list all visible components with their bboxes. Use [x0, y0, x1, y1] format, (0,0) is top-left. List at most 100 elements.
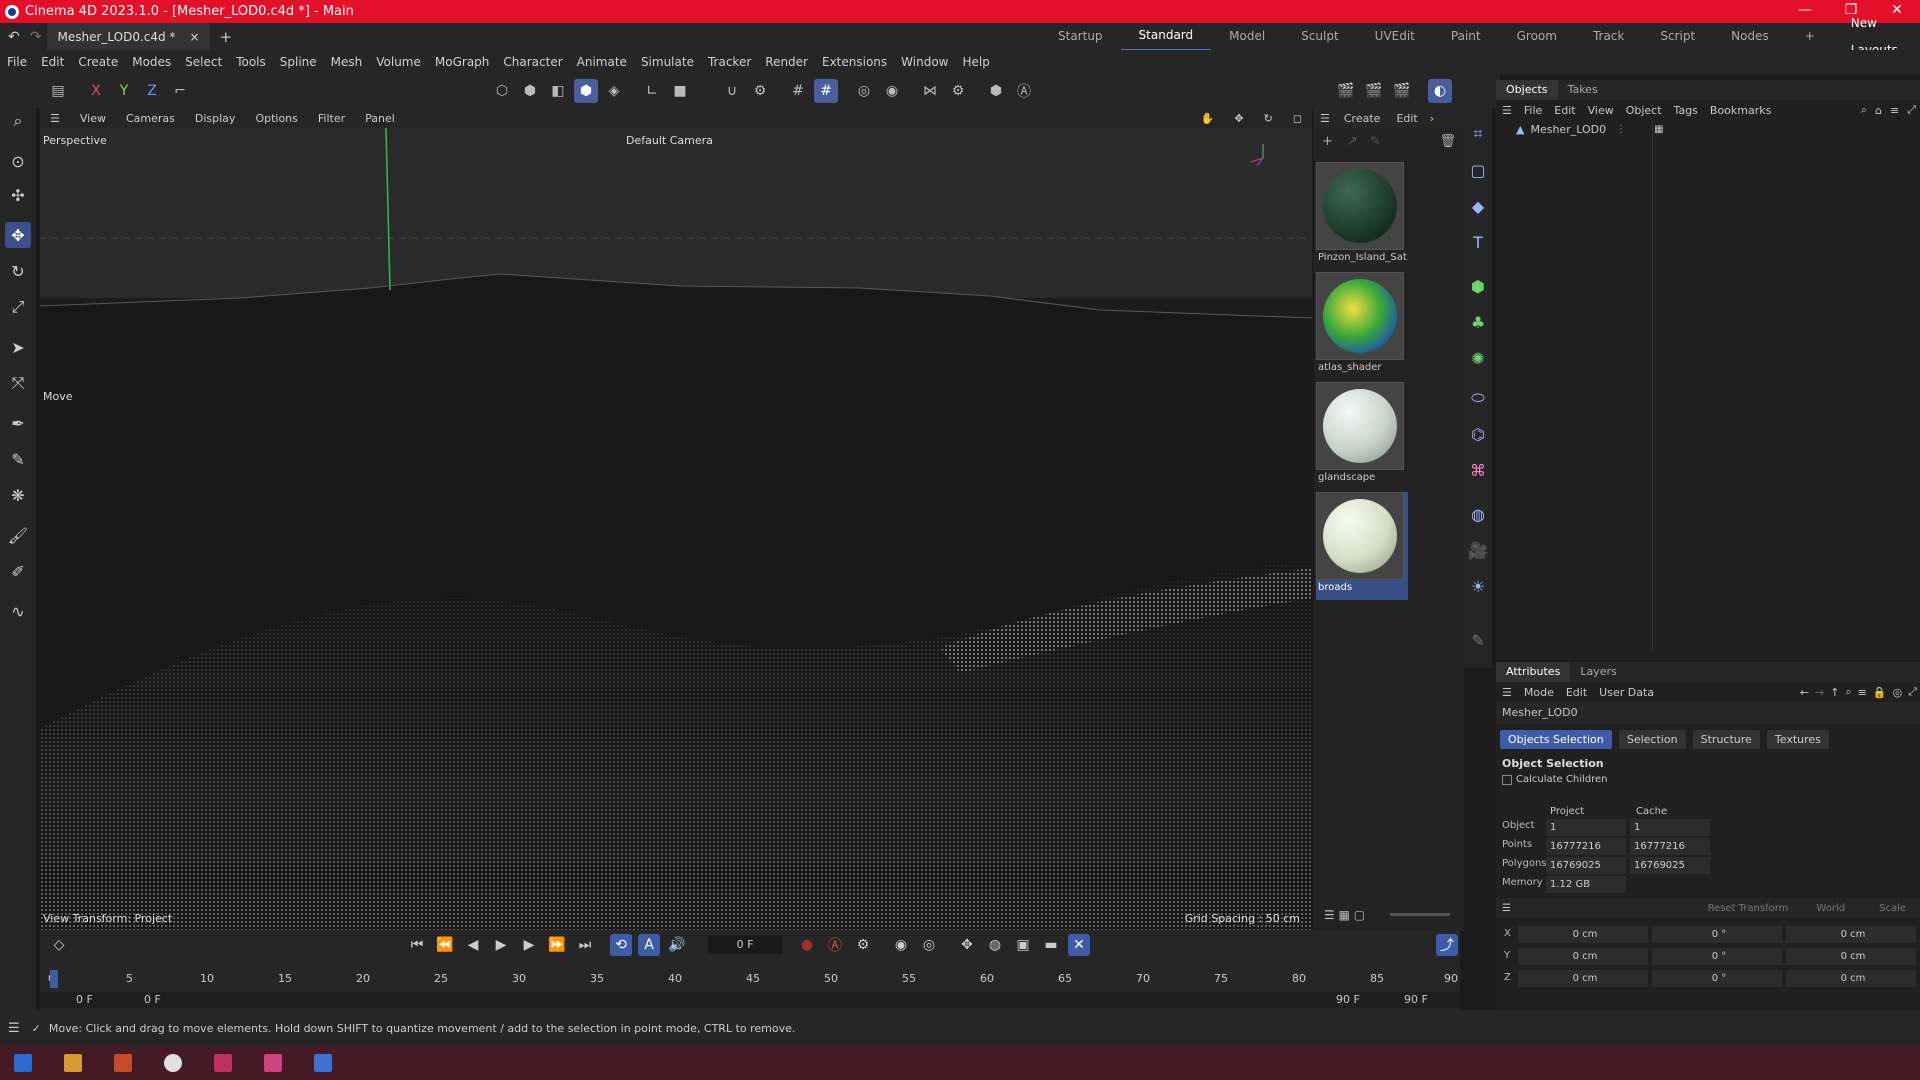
menu-create[interactable]: Create: [71, 55, 125, 69]
magnet-tool-icon[interactable]: ❋: [5, 482, 31, 508]
taskbar-app-icon[interactable]: [264, 1054, 282, 1072]
coordinate-space-dropdown[interactable]: World: [1796, 903, 1865, 914]
objects-filter-icon[interactable]: ≡: [1886, 104, 1903, 117]
preview-size-slider[interactable]: [1390, 913, 1450, 916]
rotation-field[interactable]: 0 °: [1652, 948, 1782, 965]
menu-tracker[interactable]: Tracker: [701, 55, 758, 69]
menu-file[interactable]: File: [0, 55, 34, 69]
subtab-selection[interactable]: Selection: [1618, 730, 1686, 749]
null-object-icon[interactable]: ⌗: [1466, 122, 1490, 146]
subtab-textures[interactable]: Textures: [1766, 730, 1829, 749]
viewport-menu-view[interactable]: View: [70, 112, 116, 125]
spline-pen-icon[interactable]: ✒: [5, 410, 31, 436]
taskbar-app-icon[interactable]: [214, 1054, 232, 1072]
generator-icon[interactable]: ⬢: [1466, 274, 1490, 298]
objects-menu-edit[interactable]: Edit: [1548, 104, 1581, 117]
sketch-tool-icon[interactable]: ∿: [5, 598, 31, 624]
list-view-icon[interactable]: ☰ ▦ ▢: [1324, 908, 1365, 922]
points-mode-icon[interactable]: ⬡: [490, 79, 514, 103]
symmetry-icon[interactable]: ⋈: [918, 79, 942, 103]
camera-label[interactable]: Default Camera: [626, 134, 713, 147]
snap-settings-icon[interactable]: ⚙: [748, 79, 772, 103]
menu-mesh[interactable]: Mesh: [324, 55, 370, 69]
rectangle-spline-icon[interactable]: ▢: [1466, 158, 1490, 182]
layout-standard[interactable]: Standard: [1120, 22, 1212, 51]
preview-start-field[interactable]: 0 F: [144, 993, 161, 1006]
object-mode-icon[interactable]: ⬢: [574, 79, 598, 103]
pan-view-icon[interactable]: ✋: [1191, 112, 1225, 125]
symmetry-settings-icon[interactable]: ⚙: [946, 79, 970, 103]
viewport-menu-cameras[interactable]: Cameras: [116, 112, 185, 125]
select-tool-icon[interactable]: ⊙: [5, 148, 31, 174]
grid-snap-icon[interactable]: #: [786, 79, 810, 103]
menu-tools[interactable]: Tools: [229, 55, 273, 69]
polygons-mode-icon[interactable]: ◧: [546, 79, 570, 103]
frame-range-bar[interactable]: 0 F 0 F 90 F 90 F: [40, 992, 1460, 1008]
objects-search-icon[interactable]: ⌕: [1857, 103, 1871, 117]
attributes-expand-icon[interactable]: ⤢: [1905, 685, 1920, 699]
material-item[interactable]: glandscape: [1316, 382, 1408, 490]
material-item[interactable]: Pinzon_Island_Sat: [1316, 162, 1408, 270]
up-arrow-icon[interactable]: ↑: [1827, 686, 1842, 699]
viewport-solo-icon[interactable]: ◐: [1428, 79, 1452, 103]
calculate-children-checkbox[interactable]: [1502, 774, 1512, 785]
viewport-menu-icon[interactable]: ☰: [40, 112, 70, 125]
minimize-button[interactable]: —: [1782, 0, 1828, 23]
taskbar-app-icon[interactable]: [314, 1054, 332, 1072]
materials-menu-icon[interactable]: ☰: [1314, 112, 1336, 125]
maximize-view-icon[interactable]: ◻: [1283, 112, 1312, 125]
edit-icon[interactable]: ✎: [1466, 628, 1490, 652]
menu-volume[interactable]: Volume: [369, 55, 428, 69]
layout-model[interactable]: Model: [1211, 23, 1283, 50]
position-field[interactable]: 0 cm: [1518, 926, 1648, 943]
render-view-button-icon[interactable]: 🎬: [1334, 79, 1358, 103]
texture-mode-icon[interactable]: ■: [668, 79, 692, 103]
subtab-structure[interactable]: Structure: [1692, 730, 1760, 749]
lock-z-button[interactable]: Z: [140, 79, 164, 103]
menu-character[interactable]: Character: [496, 55, 569, 69]
attributes-menu-icon[interactable]: ☰: [1496, 686, 1518, 699]
transfer-tool-icon[interactable]: ➤: [5, 334, 31, 360]
render-region-icon[interactable]: ◎: [852, 79, 876, 103]
rotate-tool-icon[interactable]: ↻: [5, 258, 31, 284]
autokey-icon[interactable]: Ⓐ: [1012, 79, 1036, 103]
back-arrow-icon[interactable]: ←: [1797, 686, 1812, 699]
preview-end-field[interactable]: 90 F: [1336, 993, 1360, 1006]
materials-more-icon[interactable]: ›: [1426, 112, 1438, 125]
layout-groom[interactable]: Groom: [1499, 23, 1575, 50]
taskbar-app-icon[interactable]: [114, 1054, 132, 1072]
object-name[interactable]: Mesher_LOD0: [1530, 123, 1606, 136]
lock-icon[interactable]: 🔒: [1870, 686, 1890, 699]
coordinates-menu-icon[interactable]: ☰: [1496, 903, 1517, 914]
status-menu-icon[interactable]: ☰: [0, 1021, 28, 1036]
axis-mode-icon[interactable]: ∟: [640, 79, 664, 103]
forward-arrow-icon[interactable]: →: [1812, 686, 1827, 699]
model-mode-icon[interactable]: ▤: [46, 79, 70, 103]
deformer-icon[interactable]: ⬭: [1466, 386, 1490, 410]
menu-edit[interactable]: Edit: [34, 55, 71, 69]
render-to-picture-viewer-icon[interactable]: 🎬: [1362, 79, 1386, 103]
rotation-field[interactable]: 0 °: [1652, 926, 1782, 943]
tab-attributes[interactable]: Attributes: [1496, 662, 1571, 682]
viewport-menu-panel[interactable]: Panel: [355, 112, 405, 125]
taskbar-app-icon[interactable]: [164, 1054, 182, 1072]
attributes-menu-mode[interactable]: Mode: [1518, 686, 1560, 699]
move-tool-icon[interactable]: ✥: [5, 222, 31, 248]
position-field[interactable]: 0 cm: [1518, 970, 1648, 987]
viewport-menu-display[interactable]: Display: [185, 112, 246, 125]
viewport-menu-filter[interactable]: Filter: [308, 112, 355, 125]
objects-expand-icon[interactable]: ⤢: [1903, 103, 1920, 117]
light-icon[interactable]: ☀: [1466, 574, 1490, 598]
layout-track[interactable]: Track: [1575, 23, 1642, 50]
menu-animate[interactable]: Animate: [570, 55, 634, 69]
materials-menu-create[interactable]: Create: [1336, 112, 1389, 125]
camera-icon[interactable]: 🎥: [1466, 538, 1490, 562]
layout-startup[interactable]: Startup: [1040, 23, 1121, 50]
redo-icon[interactable]: ↷: [30, 29, 42, 45]
layout-uvedit[interactable]: UVEdit: [1357, 23, 1433, 50]
field-icon[interactable]: ⌬: [1466, 422, 1490, 446]
menu-window[interactable]: Window: [894, 55, 955, 69]
objects-menu-file[interactable]: File: [1518, 104, 1548, 117]
objects-menu-object[interactable]: Object: [1620, 104, 1668, 117]
layout-sculpt[interactable]: Sculpt: [1283, 23, 1356, 50]
